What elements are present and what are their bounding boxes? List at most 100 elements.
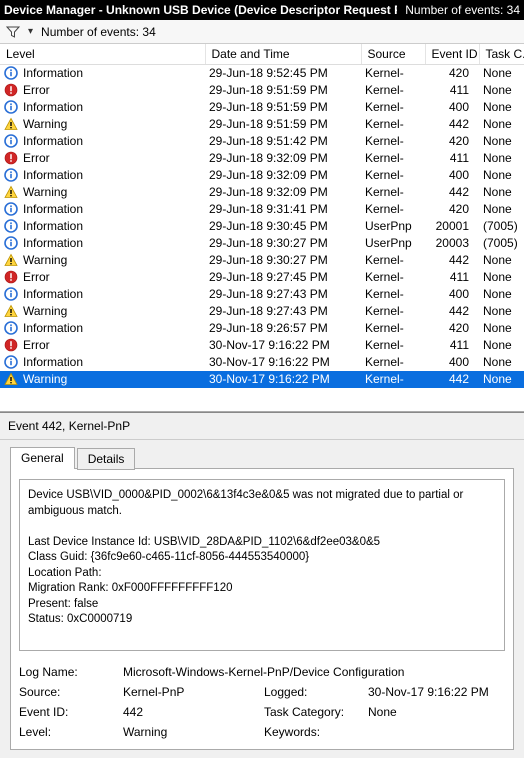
tab-details[interactable]: Details <box>77 448 136 470</box>
row-datetime: 29-Jun-18 9:30:45 PM <box>205 218 361 235</box>
event-row[interactable]: Information29-Jun-18 9:51:42 PMKernel-42… <box>0 133 524 150</box>
row-task: None <box>479 167 524 184</box>
row-eventid: 400 <box>425 99 479 116</box>
row-eventid: 442 <box>425 303 479 320</box>
row-task: (7005) <box>479 218 524 235</box>
col-eventid[interactable]: Event ID <box>425 44 479 65</box>
row-datetime: 29-Jun-18 9:31:41 PM <box>205 201 361 218</box>
row-level: Warning <box>23 185 67 199</box>
row-task: None <box>479 354 524 371</box>
info-icon <box>4 134 18 148</box>
row-datetime: 29-Jun-18 9:32:09 PM <box>205 167 361 184</box>
row-source: Kernel- <box>361 286 425 303</box>
row-source: Kernel- <box>361 354 425 371</box>
row-source: Kernel- <box>361 252 425 269</box>
eventid-value: 442 <box>123 705 260 719</box>
row-eventid: 411 <box>425 82 479 99</box>
row-task: None <box>479 65 524 82</box>
row-source: Kernel- <box>361 167 425 184</box>
event-properties: Log Name: Microsoft-Windows-Kernel-PnP/D… <box>19 665 505 739</box>
row-datetime: 29-Jun-18 9:52:45 PM <box>205 65 361 82</box>
event-row[interactable]: Information29-Jun-18 9:31:41 PMKernel-42… <box>0 201 524 218</box>
event-row[interactable]: Warning30-Nov-17 9:16:22 PMKernel-442Non… <box>0 371 524 388</box>
col-datetime[interactable]: Date and Time <box>205 44 361 65</box>
row-eventid: 411 <box>425 150 479 167</box>
row-task: None <box>479 320 524 337</box>
row-datetime: 29-Jun-18 9:51:59 PM <box>205 116 361 133</box>
row-eventid: 400 <box>425 286 479 303</box>
row-datetime: 29-Jun-18 9:51:42 PM <box>205 133 361 150</box>
row-source: Kernel- <box>361 269 425 286</box>
row-level: Information <box>23 287 83 301</box>
row-datetime: 29-Jun-18 9:30:27 PM <box>205 235 361 252</box>
row-source: Kernel- <box>361 303 425 320</box>
event-row[interactable]: Information29-Jun-18 9:30:45 PMUserPnp20… <box>0 218 524 235</box>
warning-icon <box>4 117 18 131</box>
col-level[interactable]: Level <box>0 44 205 65</box>
row-task: None <box>479 99 524 116</box>
event-row[interactable]: Error30-Nov-17 9:16:22 PMKernel-411None <box>0 337 524 354</box>
error-icon <box>4 270 18 284</box>
row-eventid: 442 <box>425 116 479 133</box>
event-row[interactable]: Information29-Jun-18 9:32:09 PMKernel-40… <box>0 167 524 184</box>
col-taskc[interactable]: Task C... <box>479 44 524 65</box>
event-row[interactable]: Information 30-Nov-17 9:16:22 PMKernel-40… <box>0 354 524 371</box>
event-row[interactable]: Warning29-Jun-18 9:30:27 PMKernel-442Non… <box>0 252 524 269</box>
taskcat-label: Task Category: <box>264 705 364 719</box>
eventid-label: Event ID: <box>19 705 119 719</box>
filter-icon[interactable] <box>6 25 20 39</box>
row-task: None <box>479 337 524 354</box>
row-task: None <box>479 201 524 218</box>
row-datetime: 29-Jun-18 9:32:09 PM <box>205 150 361 167</box>
event-row[interactable]: Information29-Jun-18 9:26:57 PMKernel-42… <box>0 320 524 337</box>
event-row[interactable]: Information29-Jun-18 9:52:45 PMKernel-42… <box>0 65 524 82</box>
level-value: Warning <box>123 725 260 739</box>
row-level: Warning <box>23 253 67 267</box>
event-row[interactable]: Error29-Jun-18 9:51:59 PMKernel-411None <box>0 82 524 99</box>
row-datetime: 29-Jun-18 9:27:45 PM <box>205 269 361 286</box>
info-icon <box>4 321 18 335</box>
row-eventid: 400 <box>425 354 479 371</box>
logged-value: 30-Nov-17 9:16:22 PM <box>368 685 505 699</box>
event-row[interactable]: Information29-Jun-18 9:30:27 PMUserPnp20… <box>0 235 524 252</box>
row-level: Warning <box>23 372 67 386</box>
row-datetime: 29-Jun-18 9:27:43 PM <box>205 303 361 320</box>
tab-general[interactable]: General <box>10 447 75 469</box>
row-source: Kernel- <box>361 116 425 133</box>
row-level: Information <box>23 355 83 369</box>
row-source: UserPnp <box>361 235 425 252</box>
row-eventid: 442 <box>425 371 479 388</box>
toolbar: ▾ Number of events: 34 <box>0 20 524 44</box>
source-label: Source: <box>19 685 119 699</box>
row-task: None <box>479 371 524 388</box>
event-row[interactable]: Information29-Jun-18 9:27:43 PMKernel-40… <box>0 286 524 303</box>
event-description[interactable]: Device USB\VID_0000&PID_0002\6&13f4c3e&0… <box>19 479 505 651</box>
event-row[interactable]: Warning29-Jun-18 9:32:09 PMKernel-442Non… <box>0 184 524 201</box>
event-row[interactable]: Error29-Jun-18 9:27:45 PMKernel-411None <box>0 269 524 286</box>
logname-label: Log Name: <box>19 665 119 679</box>
row-eventid: 420 <box>425 133 479 150</box>
info-icon <box>4 219 18 233</box>
col-source[interactable]: Source <box>361 44 425 65</box>
event-row[interactable]: Warning29-Jun-18 9:51:59 PMKernel-442Non… <box>0 116 524 133</box>
row-level: Information <box>23 100 83 114</box>
event-row[interactable]: Information29-Jun-18 9:51:59 PMKernel-40… <box>0 99 524 116</box>
row-source: Kernel- <box>361 82 425 99</box>
info-icon <box>4 287 18 301</box>
row-task: None <box>479 133 524 150</box>
error-icon <box>4 83 18 97</box>
row-level: Error <box>23 151 50 165</box>
row-source: Kernel- <box>361 320 425 337</box>
chevron-down-icon[interactable]: ▾ <box>28 26 33 37</box>
row-level: Error <box>23 338 50 352</box>
row-level: Information <box>23 321 83 335</box>
row-level: Warning <box>23 304 67 318</box>
events-table[interactable]: Level Date and Time Source Event ID Task… <box>0 44 524 412</box>
event-row[interactable]: Error29-Jun-18 9:32:09 PMKernel-411None <box>0 150 524 167</box>
column-headers[interactable]: Level Date and Time Source Event ID Task… <box>0 44 524 65</box>
window-title: Device Manager - Unknown USB Device (Dev… <box>4 3 397 17</box>
row-eventid: 411 <box>425 269 479 286</box>
event-row[interactable]: Warning29-Jun-18 9:27:43 PMKernel-442Non… <box>0 303 524 320</box>
row-eventid: 442 <box>425 252 479 269</box>
row-datetime: 30-Nov-17 9:16:22 PM <box>205 354 361 371</box>
